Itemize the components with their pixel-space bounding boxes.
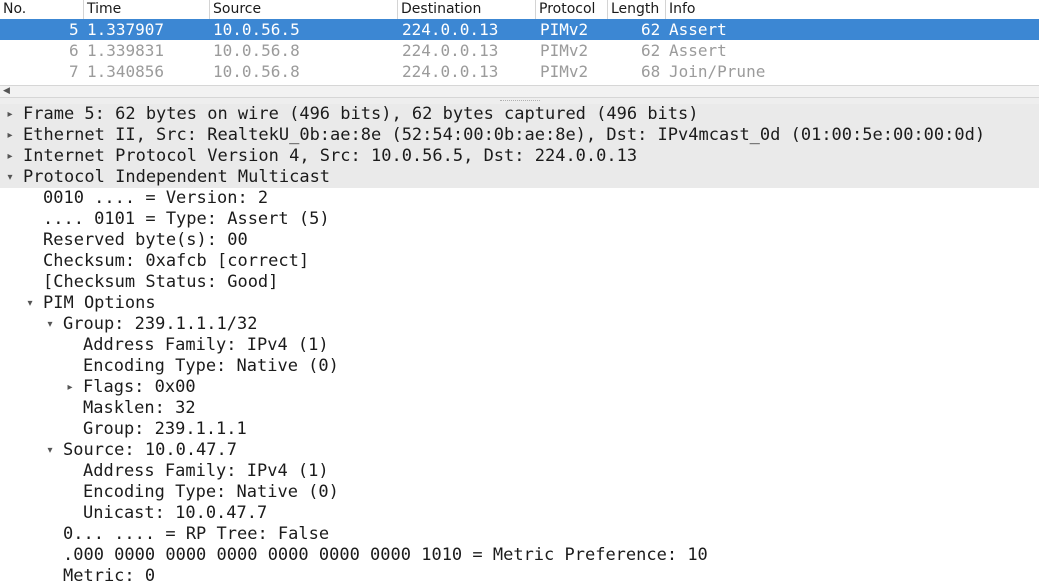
detail-line[interactable]: ▾ Protocol Independent Multicast <box>0 167 1039 188</box>
packet-source: 10.0.56.8 <box>213 62 300 81</box>
packet-length: 62 <box>641 20 661 39</box>
column-header-no[interactable]: No. <box>0 0 84 19</box>
packet-row[interactable]: 5 1.337907 10.0.56.5 224.0.0.13 PIMv2 62… <box>0 19 1039 40</box>
detail-line[interactable]: Checksum: 0xafcb [correct] <box>0 251 1039 272</box>
triangle-right-icon[interactable]: ▸ <box>4 146 16 167</box>
detail-text: Reserved byte(s): 00 <box>43 230 248 250</box>
packet-protocol: PIMv2 <box>540 62 589 81</box>
packet-destination: 224.0.0.13 <box>402 41 499 60</box>
packet-time: 1.337907 <box>87 20 165 39</box>
detail-text: 0... .... = RP Tree: False <box>63 524 330 544</box>
detail-line[interactable]: 0... .... = RP Tree: False <box>0 524 1039 545</box>
detail-line[interactable]: ▸ Internet Protocol Version 4, Src: 10.0.… <box>0 146 1039 167</box>
detail-text: Encoding Type: Native (0) <box>83 356 339 376</box>
horizontal-scrollbar[interactable]: ◀ <box>0 85 1039 98</box>
detail-text: [Checksum Status: Good] <box>43 272 279 292</box>
detail-text: .000 0000 0000 0000 0000 0000 0000 1010 … <box>63 545 708 565</box>
triangle-down-icon[interactable]: ▾ <box>44 314 56 335</box>
detail-text: Frame 5: 62 bytes on wire (496 bits), 62… <box>23 104 699 124</box>
detail-line[interactable]: Group: 239.1.1.1 <box>0 419 1039 440</box>
detail-text: Address Family: IPv4 (1) <box>83 461 329 481</box>
packet-no: 7 <box>69 62 79 81</box>
detail-line[interactable]: Encoding Type: Native (0) <box>0 356 1039 377</box>
packet-length: 68 <box>641 62 661 81</box>
column-header-source[interactable]: Source <box>210 0 398 19</box>
detail-text: Masklen: 32 <box>83 398 196 418</box>
packet-info: Assert <box>669 41 727 60</box>
triangle-right-icon[interactable]: ▸ <box>64 377 76 398</box>
detail-line[interactable]: Metric: 0 <box>0 566 1039 587</box>
detail-text: Flags: 0x00 <box>83 377 196 397</box>
packet-destination: 224.0.0.13 <box>402 20 499 39</box>
triangle-right-icon[interactable]: ▸ <box>4 125 16 146</box>
detail-line[interactable]: 0010 .... = Version: 2 <box>0 188 1039 209</box>
detail-line[interactable]: Address Family: IPv4 (1) <box>0 461 1039 482</box>
detail-line[interactable]: ▸ Flags: 0x00 <box>0 377 1039 398</box>
detail-text: Internet Protocol Version 4, Src: 10.0.5… <box>23 146 638 166</box>
detail-line[interactable]: ▸ Frame 5: 62 bytes on wire (496 bits), 6… <box>0 104 1039 125</box>
triangle-down-icon[interactable]: ▾ <box>24 293 36 314</box>
column-header-time[interactable]: Time <box>84 0 210 19</box>
packet-no: 5 <box>69 20 79 39</box>
packet-source: 10.0.56.5 <box>213 20 300 39</box>
detail-line[interactable]: ▸ Ethernet II, Src: RealtekU_0b:ae:8e (52… <box>0 125 1039 146</box>
detail-line[interactable]: .000 0000 0000 0000 0000 0000 0000 1010 … <box>0 545 1039 566</box>
detail-text: Protocol Independent Multicast <box>23 167 331 187</box>
detail-line[interactable]: ▾ PIM Options <box>0 293 1039 314</box>
packet-info: Join/Prune <box>669 62 766 81</box>
column-header-destination[interactable]: Destination <box>398 0 536 19</box>
arrow-left-icon[interactable]: ◀ <box>3 86 10 97</box>
detail-line[interactable]: Encoding Type: Native (0) <box>0 482 1039 503</box>
detail-line[interactable]: [Checksum Status: Good] <box>0 272 1039 293</box>
detail-line[interactable]: ▾ Group: 239.1.1.1/32 <box>0 314 1039 335</box>
detail-text: Group: 239.1.1.1 <box>83 419 247 439</box>
packet-protocol: PIMv2 <box>540 41 589 60</box>
detail-text: Checksum: 0xafcb [correct] <box>43 251 310 271</box>
detail-line[interactable]: ▾ Source: 10.0.47.7 <box>0 440 1039 461</box>
detail-text: Metric: 0 <box>63 566 156 586</box>
triangle-down-icon[interactable]: ▾ <box>44 440 56 461</box>
detail-text: Group: 239.1.1.1/32 <box>63 314 258 334</box>
packet-row[interactable]: 6 1.339831 10.0.56.8 224.0.0.13 PIMv2 62… <box>0 40 1039 61</box>
detail-text: Source: 10.0.47.7 <box>63 440 237 460</box>
detail-line[interactable]: Unicast: 10.0.47.7 <box>0 503 1039 524</box>
packet-time: 1.339831 <box>87 41 165 60</box>
detail-text: Ethernet II, Src: RealtekU_0b:ae:8e (52:… <box>23 125 986 145</box>
detail-text: .... 0101 = Type: Assert (5) <box>43 209 330 229</box>
packet-no: 6 <box>69 41 79 60</box>
column-header-length[interactable]: Length <box>608 0 666 19</box>
triangle-right-icon[interactable]: ▸ <box>4 104 16 125</box>
packet-time: 1.340856 <box>87 62 165 81</box>
packet-source: 10.0.56.8 <box>213 41 300 60</box>
detail-text: PIM Options <box>43 293 156 313</box>
column-header-protocol[interactable]: Protocol <box>536 0 608 19</box>
detail-text: Unicast: 10.0.47.7 <box>83 503 268 523</box>
detail-text: 0010 .... = Version: 2 <box>43 188 269 208</box>
detail-text: Encoding Type: Native (0) <box>83 482 339 502</box>
detail-line[interactable]: Reserved byte(s): 00 <box>0 230 1039 251</box>
packet-list-header: No. Time Source Destination Protocol Len… <box>0 0 1039 20</box>
packet-protocol: PIMv2 <box>540 20 589 39</box>
detail-line[interactable]: Masklen: 32 <box>0 398 1039 419</box>
packet-info: Assert <box>669 20 727 39</box>
detail-text: Address Family: IPv4 (1) <box>83 335 329 355</box>
packet-destination: 224.0.0.13 <box>402 62 499 81</box>
splitter-grip[interactable] <box>500 100 540 103</box>
packet-row[interactable]: 7 1.340856 10.0.56.8 224.0.0.13 PIMv2 68… <box>0 61 1039 82</box>
detail-line[interactable]: Address Family: IPv4 (1) <box>0 335 1039 356</box>
packet-length: 62 <box>641 41 661 60</box>
detail-line[interactable]: .... 0101 = Type: Assert (5) <box>0 209 1039 230</box>
triangle-down-icon[interactable]: ▾ <box>4 167 16 188</box>
column-header-info[interactable]: Info <box>666 0 1039 19</box>
